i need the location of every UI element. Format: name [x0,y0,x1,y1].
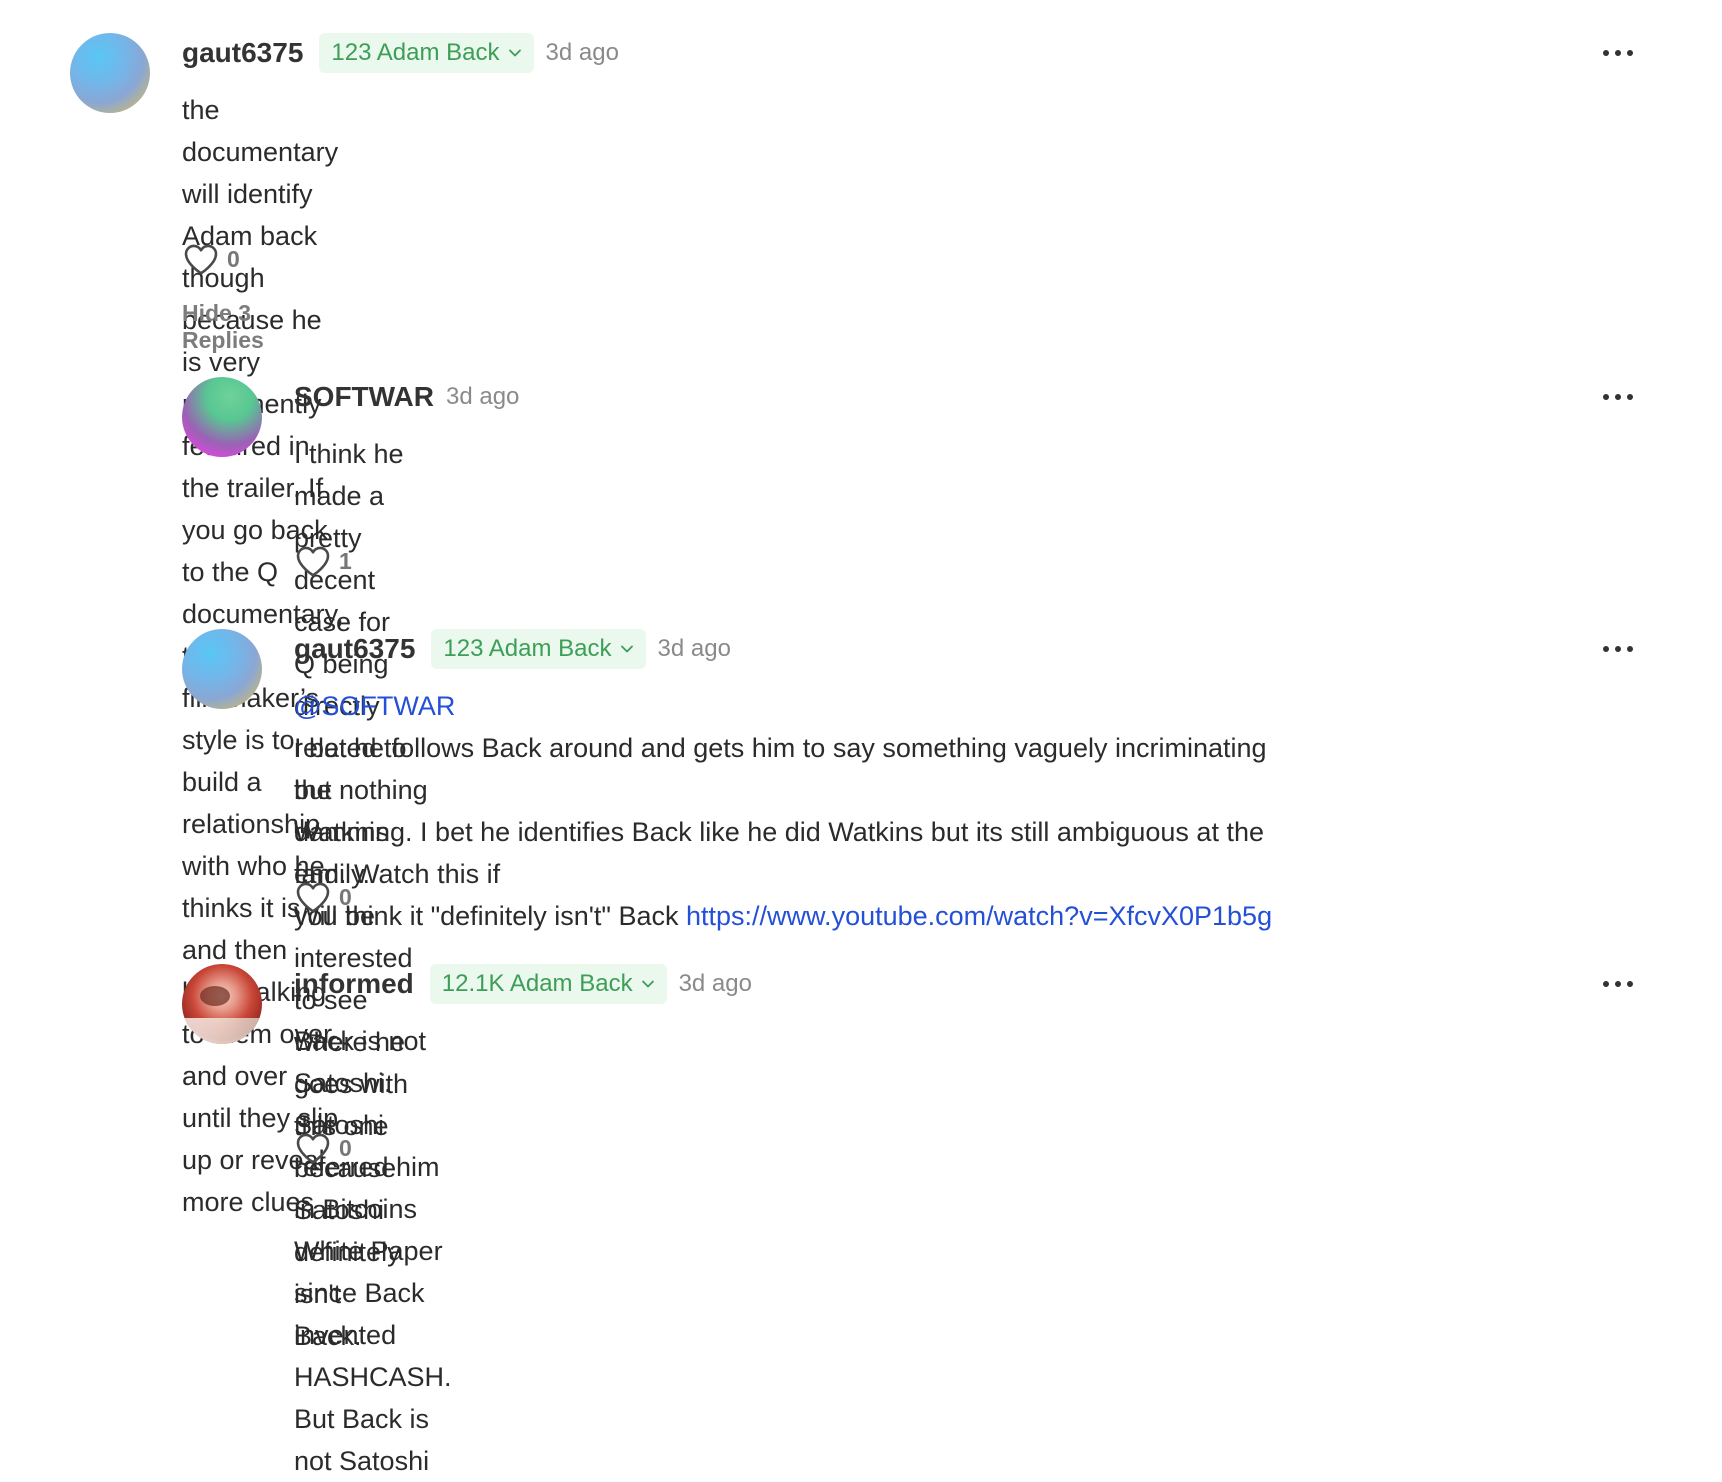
comment-header: gaut6375 123 Adam Back 3d ago [182,33,619,73]
more-options-icon[interactable] [1603,644,1633,654]
avatar[interactable] [70,33,150,113]
timestamp: 3d ago [545,39,619,66]
chevron-down-icon [620,645,633,653]
avatar[interactable] [182,377,262,457]
username[interactable]: gaut6375 [294,633,415,665]
comment-body: @SOFTWAR I bet he follows Back around an… [294,685,1272,937]
comment-text-line: damming. I bet he identifies Back like h… [294,817,1264,889]
heart-icon [296,546,330,577]
comment-text-line: Back is not Satoshi. Satoshi referred hi… [294,1026,452,1392]
comment-header: informed 12.1K Adam Back 3d ago [294,964,752,1004]
like-count: 1 [339,547,352,574]
heart-icon [184,244,218,275]
holdings-badge[interactable]: 123 Adam Back [319,33,534,73]
avatar[interactable] [182,629,262,709]
username[interactable]: informed [294,968,414,1000]
like-button[interactable]: 0 [295,1128,352,1168]
chevron-down-icon [641,980,654,988]
external-link[interactable]: https://www.youtube.com/watch?v=XfcvX0P1… [686,901,1272,931]
comment-body: Back is not Satoshi. Satoshi referred hi… [294,1020,452,1482]
username[interactable]: SOFTWAR [294,381,434,413]
like-count: 0 [339,883,352,910]
heart-icon [296,1133,330,1164]
mention-link[interactable]: @SOFTWAR [294,685,1272,727]
heart-icon [296,882,330,913]
chevron-down-icon [508,49,521,57]
comment-text-line-with-link: you think it "definitely isn't" Back htt… [294,895,1272,937]
like-button[interactable]: 1 [295,541,352,581]
more-options-icon[interactable] [1603,979,1633,989]
like-count: 0 [227,245,240,272]
like-button[interactable]: 0 [183,239,240,279]
avatar[interactable] [182,964,262,1044]
holdings-badge[interactable]: 12.1K Adam Back [429,964,667,1004]
badge-label: 123 Adam Back [331,39,500,66]
comment-header: gaut6375 123 Adam Back 3d ago [294,629,731,669]
holdings-badge[interactable]: 123 Adam Back [431,629,646,669]
more-options-icon[interactable] [1603,392,1633,402]
like-button[interactable]: 0 [295,877,352,917]
timestamp: 3d ago [678,970,752,997]
timestamp: 3d ago [657,635,731,662]
like-count: 0 [339,1134,352,1161]
comment-text: you think it "definitely isn't" Back [294,901,687,931]
username[interactable]: gaut6375 [182,37,303,69]
more-options-icon[interactable] [1603,48,1633,58]
hide-replies-button[interactable]: Hide 3 Replies [182,300,264,354]
badge-label: 123 Adam Back [443,635,612,662]
timestamp: 3d ago [446,383,520,410]
comment-header: SOFTWAR 3d ago [294,377,519,417]
comment-text-line: But Back is not Satoshi [294,1404,430,1476]
badge-label: 12.1K Adam Back [441,970,633,997]
comment-text-line: I bet he follows Back around and gets hi… [294,733,1267,805]
